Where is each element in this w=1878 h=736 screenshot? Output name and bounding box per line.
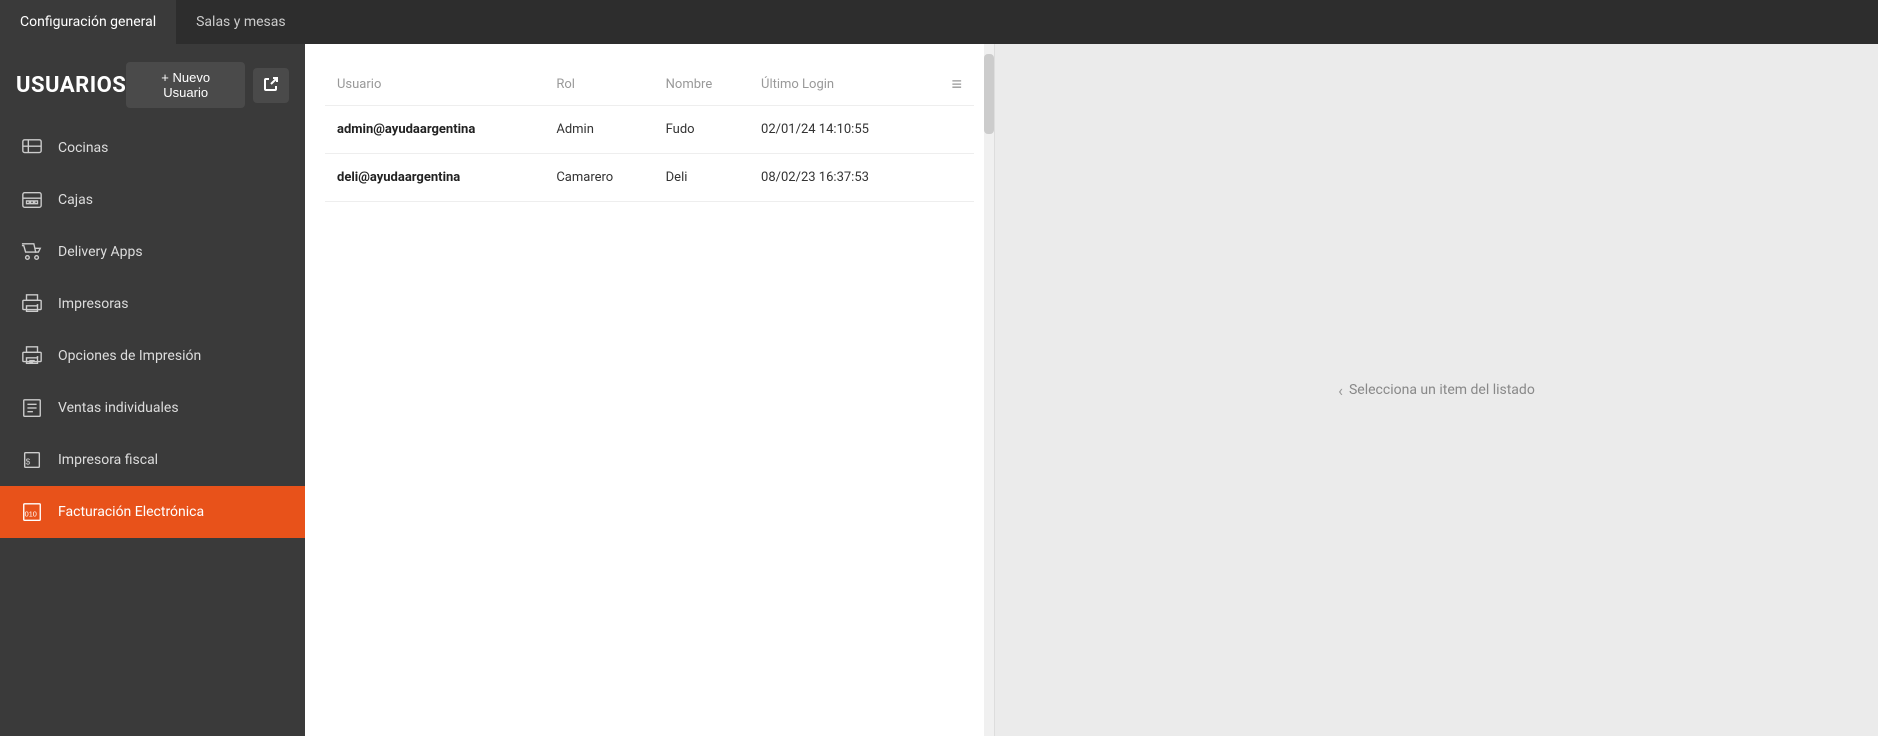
- sidebar-item-label: Delivery Apps: [58, 244, 143, 260]
- table-row[interactable]: deli@ayudaargentina Camarero Deli 08/02/…: [325, 154, 974, 202]
- sidebar-item-label: Impresora fiscal: [58, 452, 158, 468]
- top-nav: Configuración general Salas y mesas: [0, 0, 1878, 44]
- sidebar-item-facturacion-electronica[interactable]: 010 Facturación Electrónica: [0, 486, 305, 538]
- scrollbar-track[interactable]: [984, 44, 994, 736]
- cell-nombre: Fudo: [654, 106, 749, 154]
- sidebar-item-label: Ventas individuales: [58, 400, 179, 416]
- sidebar-header: USUARIOS + Nuevo Usuario: [0, 44, 305, 122]
- col-header-usuario: Usuario: [325, 64, 544, 106]
- cell-nombre: Deli: [654, 154, 749, 202]
- sidebar-nav: Cocinas Cajas Delivery Apps Impresoras: [0, 122, 305, 736]
- col-header-menu: ≡: [927, 64, 974, 106]
- sidebar: USUARIOS + Nuevo Usuario Cocinas: [0, 44, 305, 736]
- cell-usuario: admin@ayudaargentina: [325, 106, 544, 154]
- users-table: Usuario Rol Nombre Último Login ≡ admin@…: [325, 64, 974, 202]
- svg-text:010: 010: [25, 510, 37, 519]
- printer-icon: [20, 292, 44, 316]
- export-icon: [263, 76, 279, 92]
- cell-menu: [927, 106, 974, 154]
- sidebar-item-cajas[interactable]: Cajas: [0, 174, 305, 226]
- export-button[interactable]: [253, 68, 289, 103]
- detail-placeholder: ‹ Selecciona un item del listado: [1338, 381, 1535, 400]
- sidebar-item-impresora-fiscal[interactable]: $ Impresora fiscal: [0, 434, 305, 486]
- detail-panel: ‹ Selecciona un item del listado: [995, 44, 1878, 736]
- scrollbar-thumb[interactable]: [984, 54, 994, 134]
- sidebar-item-impresoras[interactable]: Impresoras: [0, 278, 305, 330]
- sidebar-item-label: Facturación Electrónica: [58, 504, 204, 520]
- detail-placeholder-text: Selecciona un item del listado: [1349, 382, 1535, 398]
- kitchen-icon: [20, 136, 44, 160]
- cell-ultimo-login: 08/02/23 16:37:53: [749, 154, 927, 202]
- chevron-left-icon: ‹: [1338, 381, 1343, 400]
- electronic-billing-icon: 010: [20, 500, 44, 524]
- sidebar-item-label: Cajas: [58, 192, 93, 208]
- table-container[interactable]: Usuario Rol Nombre Último Login ≡ admin@…: [305, 44, 994, 736]
- cell-rol: Camarero: [544, 154, 653, 202]
- table-row[interactable]: admin@ayudaargentina Admin Fudo 02/01/24…: [325, 106, 974, 154]
- nav-salas-mesas[interactable]: Salas y mesas: [176, 0, 306, 44]
- register-icon: [20, 188, 44, 212]
- page-title: USUARIOS: [16, 73, 126, 98]
- delivery-icon: [20, 240, 44, 264]
- main-layout: USUARIOS + Nuevo Usuario Cocinas: [0, 44, 1878, 736]
- fiscal-printer-icon: $: [20, 448, 44, 472]
- sidebar-actions: + Nuevo Usuario: [126, 62, 289, 108]
- nuevo-usuario-button[interactable]: + Nuevo Usuario: [126, 62, 245, 108]
- sidebar-item-label: Opciones de Impresión: [58, 348, 201, 364]
- cell-usuario: deli@ayudaargentina: [325, 154, 544, 202]
- cell-ultimo-login: 02/01/24 14:10:55: [749, 106, 927, 154]
- sidebar-item-delivery-apps[interactable]: Delivery Apps: [0, 226, 305, 278]
- content-area: Usuario Rol Nombre Último Login ≡ admin@…: [305, 44, 1878, 736]
- sidebar-item-label: Cocinas: [58, 140, 108, 156]
- col-header-ultimo-login: Último Login: [749, 64, 927, 106]
- sales-icon: [20, 396, 44, 420]
- sidebar-item-cocinas[interactable]: Cocinas: [0, 122, 305, 174]
- col-header-nombre: Nombre: [654, 64, 749, 106]
- table-panel: Usuario Rol Nombre Último Login ≡ admin@…: [305, 44, 995, 736]
- svg-text:$: $: [26, 458, 31, 467]
- print-options-icon: [20, 344, 44, 368]
- sidebar-item-label: Impresoras: [58, 296, 129, 312]
- nav-configuracion-general[interactable]: Configuración general: [0, 0, 176, 44]
- cell-menu: [927, 154, 974, 202]
- col-header-rol: Rol: [544, 64, 653, 106]
- sidebar-item-ventas-individuales[interactable]: Ventas individuales: [0, 382, 305, 434]
- sidebar-item-opciones-impresion[interactable]: Opciones de Impresión: [0, 330, 305, 382]
- cell-rol: Admin: [544, 106, 653, 154]
